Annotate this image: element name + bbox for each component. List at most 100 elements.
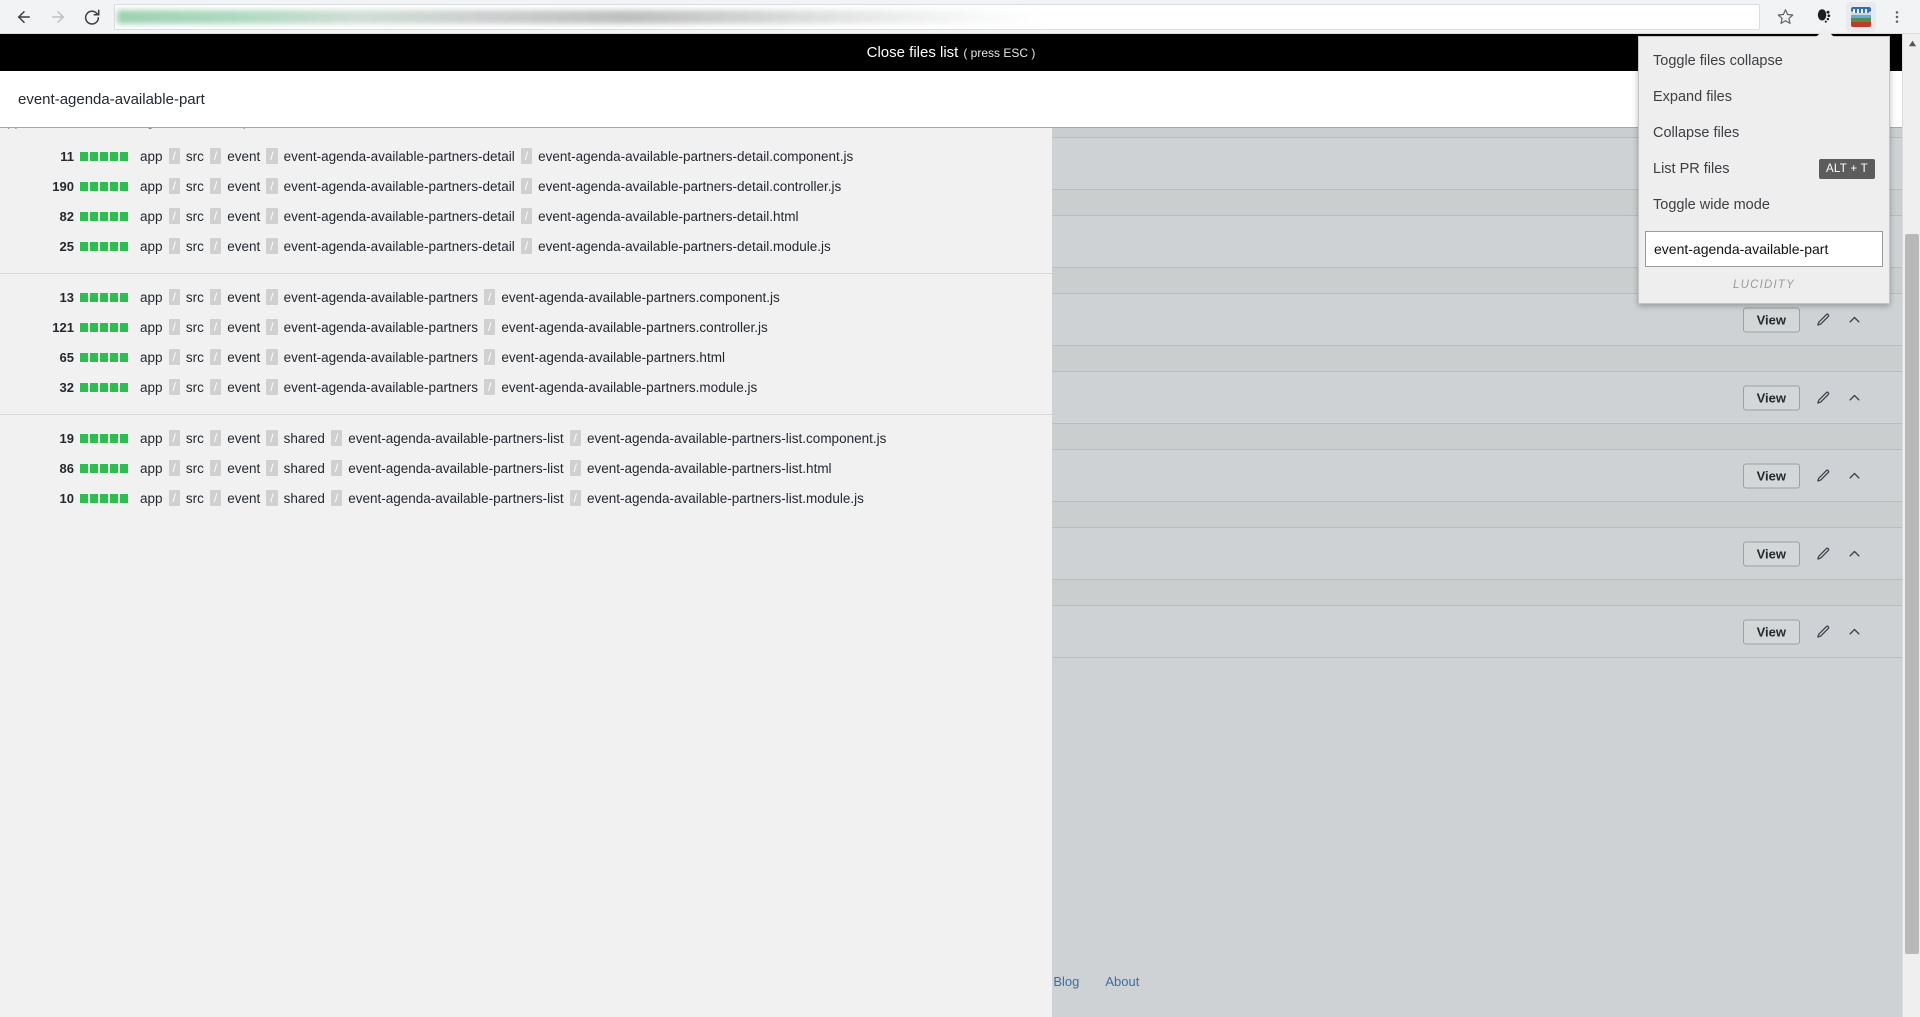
path-segment: app [140,349,163,365]
file-path: app / src / event / event-agenda-available-par… [140,319,768,335]
path-segment: src [185,460,204,476]
popup-menu-item-toggle-wide-mode[interactable]: Toggle wide mode [1639,187,1889,223]
file-change-count: 32 [59,379,74,395]
diff-stat-blocks [80,463,128,473]
chevron-up-icon[interactable] [1847,390,1862,405]
path-segment: app [140,379,163,395]
popup-brand-label: LUCIDITY [1733,279,1795,291]
popup-menu-item-collapse-files[interactable]: Collapse files [1639,115,1889,151]
pencil-edit-icon[interactable] [1816,624,1831,639]
path-separator-icon: / [209,178,222,194]
popup-menu-item-expand-files[interactable]: Expand files [1639,79,1889,115]
path-separator-icon: / [569,430,581,446]
chevron-up-icon[interactable] [1847,624,1862,639]
file-group: 11 app / src / event / event-agenda-available-p… [0,133,1052,274]
pencil-edit-icon[interactable] [1816,390,1831,405]
file-list-item[interactable]: 190 app / src / event / event-agenda-available-… [0,171,1052,201]
forward-icon[interactable] [42,2,74,32]
file-list-item[interactable]: 82 app / src / event / event-agenda-available-p… [0,201,1052,231]
path-segment: src [185,319,204,335]
view-button[interactable]: View [1742,619,1800,644]
popup-filter-input[interactable] [1645,231,1883,267]
path-segment: src [185,238,204,254]
pencil-edit-icon[interactable] [1816,312,1831,327]
view-button[interactable]: View [1742,541,1800,566]
files-list-clipped-row-text: app / src / event / event-agenda-availab… [0,128,1052,133]
address-bar-redacted-url [117,9,1047,24]
pencil-edit-icon[interactable] [1816,546,1831,561]
footer-link-about[interactable]: About [1105,974,1139,989]
row-actions: View [1742,619,1862,644]
popup-menu-item-toggle-files-collapse[interactable]: Toggle files collapse [1639,43,1889,79]
path-segment: event [227,148,261,164]
file-path: app / src / event / shared / event-agenda-availa… [140,460,832,476]
path-separator-icon: / [483,289,496,305]
path-separator-icon: / [266,148,278,164]
file-path: app / src / event / event-agenda-available-par… [140,208,799,224]
path-segment: event-agenda-available-partners-detail [283,238,515,254]
path-separator-icon: / [168,460,180,476]
scroll-up-icon[interactable] [1903,34,1920,52]
path-separator-icon: / [330,460,343,476]
reload-icon[interactable] [76,2,108,32]
path-separator-icon: / [483,379,496,395]
diff-stat-blocks [80,493,128,503]
file-diff-stat: 65 [0,350,140,365]
lucidity-extension-icon[interactable] [1846,1,1876,32]
files-filter-input[interactable] [16,89,716,109]
overlay-close-bar[interactable]: Close files list ( press ESC ) [0,34,1902,71]
path-separator-icon: / [520,178,533,194]
address-bar[interactable] [114,3,1760,30]
file-list-item[interactable]: 10 app / src / event / shared / event-agenda-avai… [0,483,1052,513]
path-separator-icon: / [168,208,180,224]
bookmark-star-icon[interactable] [1768,2,1802,32]
pencil-edit-icon[interactable] [1816,468,1831,483]
file-path: app / src / event / event-agenda-available-par… [140,178,841,194]
path-separator-icon: / [483,319,496,335]
gnome-foot-extension-icon[interactable] [1808,2,1838,32]
file-path: app / src / event / event-agenda-available-par… [140,349,725,365]
browser-menu-icon[interactable] [1880,2,1914,32]
path-segment: event-agenda-available-partners-list [348,460,564,476]
path-separator-icon: / [266,460,278,476]
file-list-item[interactable]: 86 app / src / event / shared / event-agenda-avai… [0,453,1052,483]
path-segment: src [185,379,204,395]
file-list-item[interactable]: 65 app / src / event / event-agenda-available-p… [0,342,1052,372]
path-segment: event-agenda-available-partners [283,289,478,305]
file-list-item[interactable]: 121 app / src / event / event-agenda-available-… [0,312,1052,342]
path-segment: src [185,349,204,365]
path-separator-icon: / [209,460,222,476]
file-name: event-agenda-available-partners.module.j… [501,379,758,395]
file-list-item[interactable]: 19 app / src / event / shared / event-agenda-avai… [0,423,1052,453]
footer-link-blog[interactable]: Blog [1053,974,1079,989]
browser-toolbar [0,0,1920,34]
file-list-item[interactable]: 11 app / src / event / event-agenda-available-p… [0,141,1052,171]
path-separator-icon: / [209,238,222,254]
overlay-close-label: Close files list [866,44,959,61]
view-button[interactable]: View [1742,385,1800,410]
navigation-buttons [0,2,108,32]
view-button[interactable]: View [1742,307,1800,332]
view-button[interactable]: View [1742,463,1800,488]
back-icon[interactable] [8,2,40,32]
file-diff-stat: 86 [0,461,140,476]
file-list-item[interactable]: 13 app / src / event / event-agenda-available-p… [0,282,1052,312]
chevron-up-icon[interactable] [1847,312,1862,327]
path-segment: shared [283,460,325,476]
path-segment: src [185,289,204,305]
page-scrollbar[interactable] [1902,34,1920,1017]
file-diff-stat: 25 [0,239,140,254]
path-separator-icon: / [209,490,222,506]
file-list-item[interactable]: 32 app / src / event / event-agenda-available-p… [0,372,1052,402]
scrollbar-thumb[interactable] [1905,234,1919,954]
path-segment: app [140,319,163,335]
chevron-up-icon[interactable] [1847,546,1862,561]
path-separator-icon: / [209,379,222,395]
chevron-up-icon[interactable] [1847,468,1862,483]
file-path: app / src / event / event-agenda-available-par… [140,238,831,254]
path-segment: event [227,208,261,224]
file-list-item[interactable]: 25 app / src / event / event-agenda-available-p… [0,231,1052,261]
path-segment: src [185,148,204,164]
path-separator-icon: / [569,460,581,476]
popup-menu-item-list-pr-files[interactable]: List PR files ALT + T [1639,151,1889,187]
